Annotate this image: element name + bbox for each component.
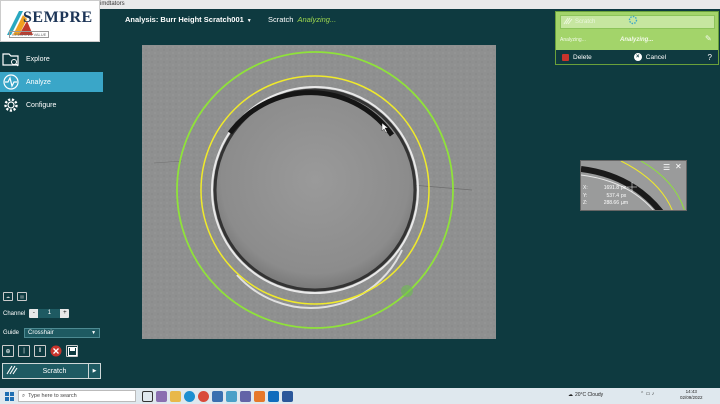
analysis-title-text: Analysis: Burr Height Scratch001: [125, 15, 244, 24]
taskbar-search-placeholder: Type here to search: [28, 393, 77, 399]
save-icon[interactable]: [66, 345, 78, 357]
taskbar-search-input[interactable]: ⌕ Type here to search: [18, 390, 136, 402]
microscope-image[interactable]: [142, 45, 496, 339]
snip-tool-icon[interactable]: [156, 390, 167, 402]
guide-row: Guide Crosshair ▼: [3, 328, 101, 338]
chevron-down-icon: ▼: [91, 330, 97, 336]
y-value: 537.4: [606, 192, 619, 199]
x-value: 1691.8: [603, 185, 619, 191]
sempre-logo: SEMPRE CREATING VALUE: [0, 0, 100, 42]
help-button[interactable]: ?: [708, 53, 712, 62]
nav-configure[interactable]: Configure: [0, 95, 103, 115]
coordinate-readout: X: 1691.8 px Y: 537.4 px Z: 288.66 µm: [583, 185, 628, 208]
loading-spinner-icon: [628, 15, 638, 25]
scratch-icon: [3, 365, 21, 377]
teams-icon[interactable]: [240, 390, 251, 402]
add-line-tool-icon[interactable]: ‖: [34, 345, 46, 357]
channel-label: Channel: [3, 310, 26, 317]
window-titlebar: imdtators: [0, 0, 720, 9]
menu-icon[interactable]: ☰: [663, 163, 670, 172]
panel-footer: Delete × Cancel ?: [556, 50, 718, 64]
z-label: Z:: [583, 200, 588, 206]
nav-analyze[interactable]: Analyze: [0, 72, 103, 92]
line-tool-icon[interactable]: |: [18, 345, 30, 357]
logo-word: SEMPRE: [23, 9, 93, 26]
system-tray[interactable]: ⌃ ▭ ♪: [640, 391, 654, 397]
pin-icon[interactable]: ✕: [675, 162, 682, 171]
analyzing-row: Analyzing... Analyzing... ✎: [560, 34, 715, 50]
channel-row: Channel - 1 +: [3, 309, 70, 318]
nav-explore[interactable]: Explore: [0, 49, 103, 69]
guide-select-value: Crosshair: [28, 330, 54, 336]
weather-widget[interactable]: ☁ 20°C Cloudy: [568, 392, 603, 398]
zoom-inset[interactable]: ☰ ✕ X: 1691.8 px Y: 537.4 px Z: 288.66 µm: [580, 160, 687, 211]
crater-image-svg: [142, 45, 496, 339]
file-explorer-icon[interactable]: [170, 390, 181, 402]
channel-value[interactable]: 1: [38, 309, 61, 318]
z-value: 288.66: [603, 200, 619, 206]
zoom-tool-icon[interactable]: ⊕: [2, 345, 14, 357]
cloud-icon: ☁: [568, 392, 573, 398]
analyzing-text: Analyzing...: [560, 37, 586, 43]
scratch-status: Scratch Analyzing...: [268, 15, 336, 24]
z-unit: µm: [621, 200, 629, 206]
clock-date: 02/09/2022: [680, 395, 703, 400]
gear-icon: [0, 95, 22, 115]
pulse-icon: [0, 72, 22, 92]
x-label: X:: [583, 185, 588, 191]
channel-decrement-button[interactable]: -: [29, 309, 38, 318]
app-icon[interactable]: [254, 390, 265, 402]
tool-buttons: ⊕ | ‖: [2, 345, 78, 357]
chrome-browser-icon[interactable]: [198, 390, 209, 402]
store-icon[interactable]: [212, 390, 223, 402]
scratch-icon: [561, 17, 575, 27]
nav-analyze-label: Analyze: [26, 78, 51, 86]
scratch-button-label: Scratch: [42, 367, 67, 375]
cloud-icon[interactable]: ☁: [3, 292, 13, 301]
scratch-status-text: Analyzing...: [297, 15, 337, 24]
taskbar: ⌕ Type here to search: [0, 388, 720, 404]
search-icon: ⌕: [22, 392, 26, 399]
taskbar-clock[interactable]: 14:43 02/09/2022: [680, 389, 703, 401]
y-label: Y:: [583, 192, 588, 199]
x-unit: px: [621, 185, 627, 191]
analysis-panel: Scratch Analyzing... Analyzing... ✎ Dele…: [555, 11, 719, 65]
delete-icon: [562, 53, 569, 61]
task-view-icon[interactable]: [142, 390, 153, 402]
edge-browser-icon[interactable]: [184, 390, 195, 402]
cancel-button[interactable]: × Cancel: [633, 53, 667, 61]
y-unit: px: [621, 192, 627, 199]
scratch-status-label: Scratch: [268, 15, 294, 24]
pencil-icon[interactable]: ✎: [705, 34, 715, 44]
image-file-icon[interactable]: ▤: [17, 292, 27, 301]
channel-stepper: - 1 +: [29, 309, 70, 318]
delete-button-label: Delete: [573, 53, 592, 61]
outlook-icon[interactable]: [268, 390, 279, 402]
chevron-right-icon[interactable]: ▶: [88, 364, 100, 378]
guide-label: Guide: [3, 330, 20, 336]
network-app-icon[interactable]: [226, 390, 237, 402]
windows-start-icon[interactable]: [0, 388, 18, 404]
analyzing-bold-text: Analyzing...: [620, 37, 654, 43]
view-icons: ☁ ▤: [3, 292, 27, 301]
nav-configure-label: Configure: [26, 101, 57, 109]
chevron-down-icon: ▼: [246, 18, 252, 24]
weather-text: 20°C Cloudy: [575, 392, 604, 398]
window-title: imdtators: [100, 1, 125, 7]
nav-explore-label: Explore: [26, 55, 50, 63]
cancel-button-label: Cancel: [645, 53, 667, 61]
close-icon: ×: [633, 53, 642, 61]
scratch-button[interactable]: Scratch ▶: [2, 363, 101, 379]
analysis-title[interactable]: Analysis: Burr Height Scratch001 ▼: [125, 15, 252, 24]
delete-icon[interactable]: [50, 345, 62, 357]
folder-search-icon: [0, 49, 22, 69]
delete-button[interactable]: Delete: [562, 53, 592, 61]
taskbar-apps: [142, 390, 293, 402]
scratch-row-label: Scratch: [575, 19, 596, 25]
logo-tagline: CREATING VALUE: [9, 31, 50, 38]
channel-increment-button[interactable]: +: [60, 309, 69, 318]
word-icon[interactable]: [282, 390, 293, 402]
guide-select[interactable]: Crosshair ▼: [24, 328, 101, 338]
